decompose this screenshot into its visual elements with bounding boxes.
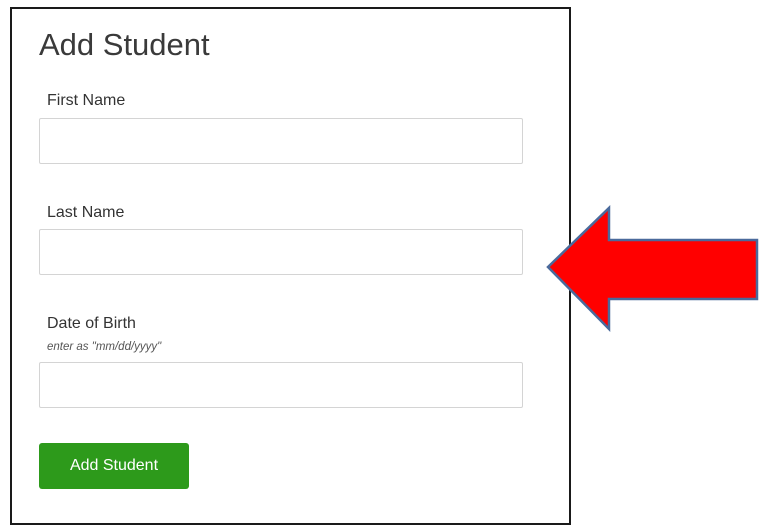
date-of-birth-label: Date of Birth [47, 315, 136, 332]
date-of-birth-hint: enter as "mm/dd/yyyy" [47, 341, 162, 353]
first-name-input[interactable] [39, 118, 523, 164]
add-student-button[interactable]: Add Student [39, 443, 189, 489]
page: Add Student First Name Last Name Date of… [0, 0, 765, 529]
first-name-label: First Name [47, 92, 126, 109]
last-name-label: Last Name [47, 204, 125, 221]
form-title: Add Student [39, 27, 210, 62]
add-student-form: Add Student First Name Last Name Date of… [10, 7, 571, 525]
last-name-input[interactable] [39, 229, 523, 275]
arrow-shape [546, 205, 759, 333]
red-arrow-icon [546, 205, 759, 333]
date-of-birth-input[interactable] [39, 362, 523, 408]
